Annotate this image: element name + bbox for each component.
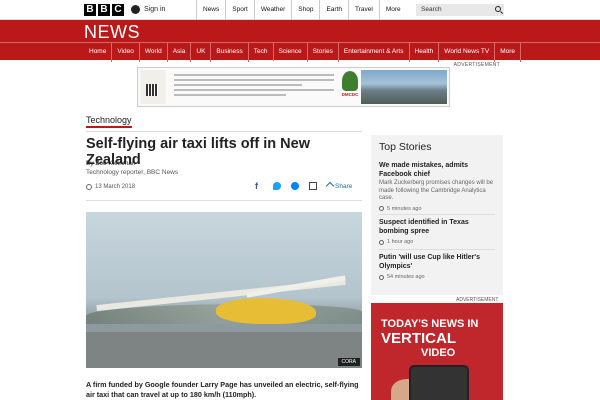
top-story-time-text: 5 minutes ago (387, 205, 422, 212)
section-nav-video[interactable]: Video (112, 43, 140, 62)
email-icon[interactable] (309, 182, 317, 190)
global-nav-earth[interactable]: Earth (319, 0, 348, 20)
section-nav-world[interactable]: World (140, 43, 168, 62)
article-tag[interactable]: Technology (86, 115, 132, 128)
clock-icon (86, 184, 92, 190)
top-story-time-text: 1 hour ago (387, 239, 414, 245)
masthead: B B C Sign in News Sport Weather Shop Ea… (0, 0, 600, 20)
divider (379, 249, 495, 250)
section-nav-world-news-tv[interactable]: World News TV (439, 43, 496, 62)
section-nav-entertainment[interactable]: Entertainment & Arts (339, 43, 410, 62)
section-nav: Home Video World Asia UK Business Tech S… (0, 42, 600, 62)
section-nav-business[interactable]: Business (211, 43, 249, 62)
top-story-summary: Mark Zuckerberg promises changes will be… (379, 180, 494, 201)
article-date: 13 March 2018 (86, 184, 135, 190)
sidebar-ad-line: TODAY'S NEWS IN (381, 318, 479, 330)
ad-body-text (174, 71, 334, 99)
phone-image (409, 365, 469, 400)
article-date-text: 13 March 2018 (95, 184, 136, 190)
section-nav-science[interactable]: Science (274, 43, 308, 62)
top-story-headline[interactable]: Suspect identified in Texas bombing spre… (379, 218, 497, 236)
global-nav-travel[interactable]: Travel (348, 0, 379, 20)
runway (86, 332, 362, 368)
section-nav-home[interactable]: Home (84, 43, 113, 62)
search-icon[interactable] (495, 6, 501, 12)
news-title[interactable]: NEWS (84, 22, 140, 43)
global-nav-more[interactable]: More (378, 0, 407, 20)
article-author-role: Technology reporter, BBC News (86, 169, 179, 176)
share-label: Share (335, 182, 353, 190)
bbc-logo[interactable]: B B C (84, 4, 124, 16)
share-icon (325, 181, 335, 191)
clock-icon (379, 274, 384, 280)
ad-side-panel (140, 70, 166, 104)
top-story[interactable]: Suspect identified in Texas bombing spre… (379, 218, 497, 245)
facebook-icon[interactable]: f (255, 182, 263, 191)
ad-skyline-image (361, 70, 447, 104)
tree-icon (342, 71, 358, 91)
clock-icon (379, 206, 384, 211)
global-nav-news[interactable]: News (196, 0, 225, 20)
user-icon (131, 5, 140, 14)
aircraft-tail (246, 275, 346, 298)
messenger-icon[interactable] (291, 182, 299, 190)
qr-code-image (146, 84, 158, 96)
share-tools: f Share (255, 181, 353, 191)
search-input[interactable]: Search (416, 4, 504, 16)
search-placeholder: Search (421, 6, 442, 13)
share-button[interactable]: Share (325, 181, 353, 191)
sidebar-ad[interactable]: TODAY'S NEWS IN VERTICAL VIDEO (371, 303, 503, 400)
signin-label: Sign in (144, 6, 166, 13)
top-stories-panel: Top Stories We made mistakes, admits Fac… (371, 135, 503, 295)
bbc-logo-letter: B (84, 4, 96, 16)
top-story[interactable]: Putin 'will use Cup like Hitler's Olympi… (379, 253, 497, 280)
divider (379, 214, 495, 215)
ad-banner[interactable]: DMCDC (137, 67, 450, 107)
twitter-icon[interactable] (273, 182, 281, 190)
section-nav-health[interactable]: Health (410, 43, 440, 62)
article-lede: A firm funded by Google founder Larry Pa… (86, 380, 359, 399)
global-nav-weather[interactable]: Weather (253, 0, 291, 20)
ad-brand-logo: DMCDC (338, 71, 362, 97)
global-nav-sport[interactable]: Sport (225, 0, 254, 20)
sidebar-ad-line: VIDEO (421, 347, 456, 359)
article-author: By Zoe Kleinman (86, 160, 136, 167)
top-story-time: 54 minutes ago (379, 274, 497, 280)
top-story-time: 5 minutes ago (379, 206, 497, 212)
section-nav-stories[interactable]: Stories (308, 43, 339, 62)
image-credit: CORA (337, 358, 360, 366)
top-story-headline[interactable]: Putin 'will use Cup like Hitler's Olympi… (379, 253, 497, 271)
article-hero-image: CORA (86, 212, 362, 368)
global-nav: News Sport Weather Shop Earth Travel Mor… (196, 0, 407, 20)
section-nav-tech[interactable]: Tech (248, 43, 274, 62)
divider (86, 200, 362, 201)
section-nav-more[interactable]: More (495, 43, 522, 62)
global-nav-shop[interactable]: Shop (291, 0, 319, 20)
bbc-logo-letter: B (98, 4, 110, 16)
ad-label: ADVERTISEMENT (453, 62, 500, 68)
divider (86, 131, 362, 132)
ad-brand-name: DMCDC (341, 92, 359, 97)
sidebar-ad-line: VERTICAL (381, 330, 456, 347)
top-story-time: 1 hour ago (379, 239, 497, 245)
top-story-headline[interactable]: We made mistakes, admits Facebook chief (379, 161, 497, 179)
section-nav-uk[interactable]: UK (191, 43, 212, 62)
top-story-time-text: 54 minutes ago (387, 274, 425, 280)
clock-icon (379, 239, 384, 245)
top-story[interactable]: We made mistakes, admits Facebook chief … (379, 161, 497, 212)
signin-link[interactable]: Sign in (131, 5, 165, 14)
bbc-logo-letter: C (112, 4, 124, 16)
air-taxi-fuselage (216, 298, 316, 324)
section-nav-asia[interactable]: Asia (168, 43, 192, 62)
top-stories-title: Top Stories (379, 141, 432, 153)
